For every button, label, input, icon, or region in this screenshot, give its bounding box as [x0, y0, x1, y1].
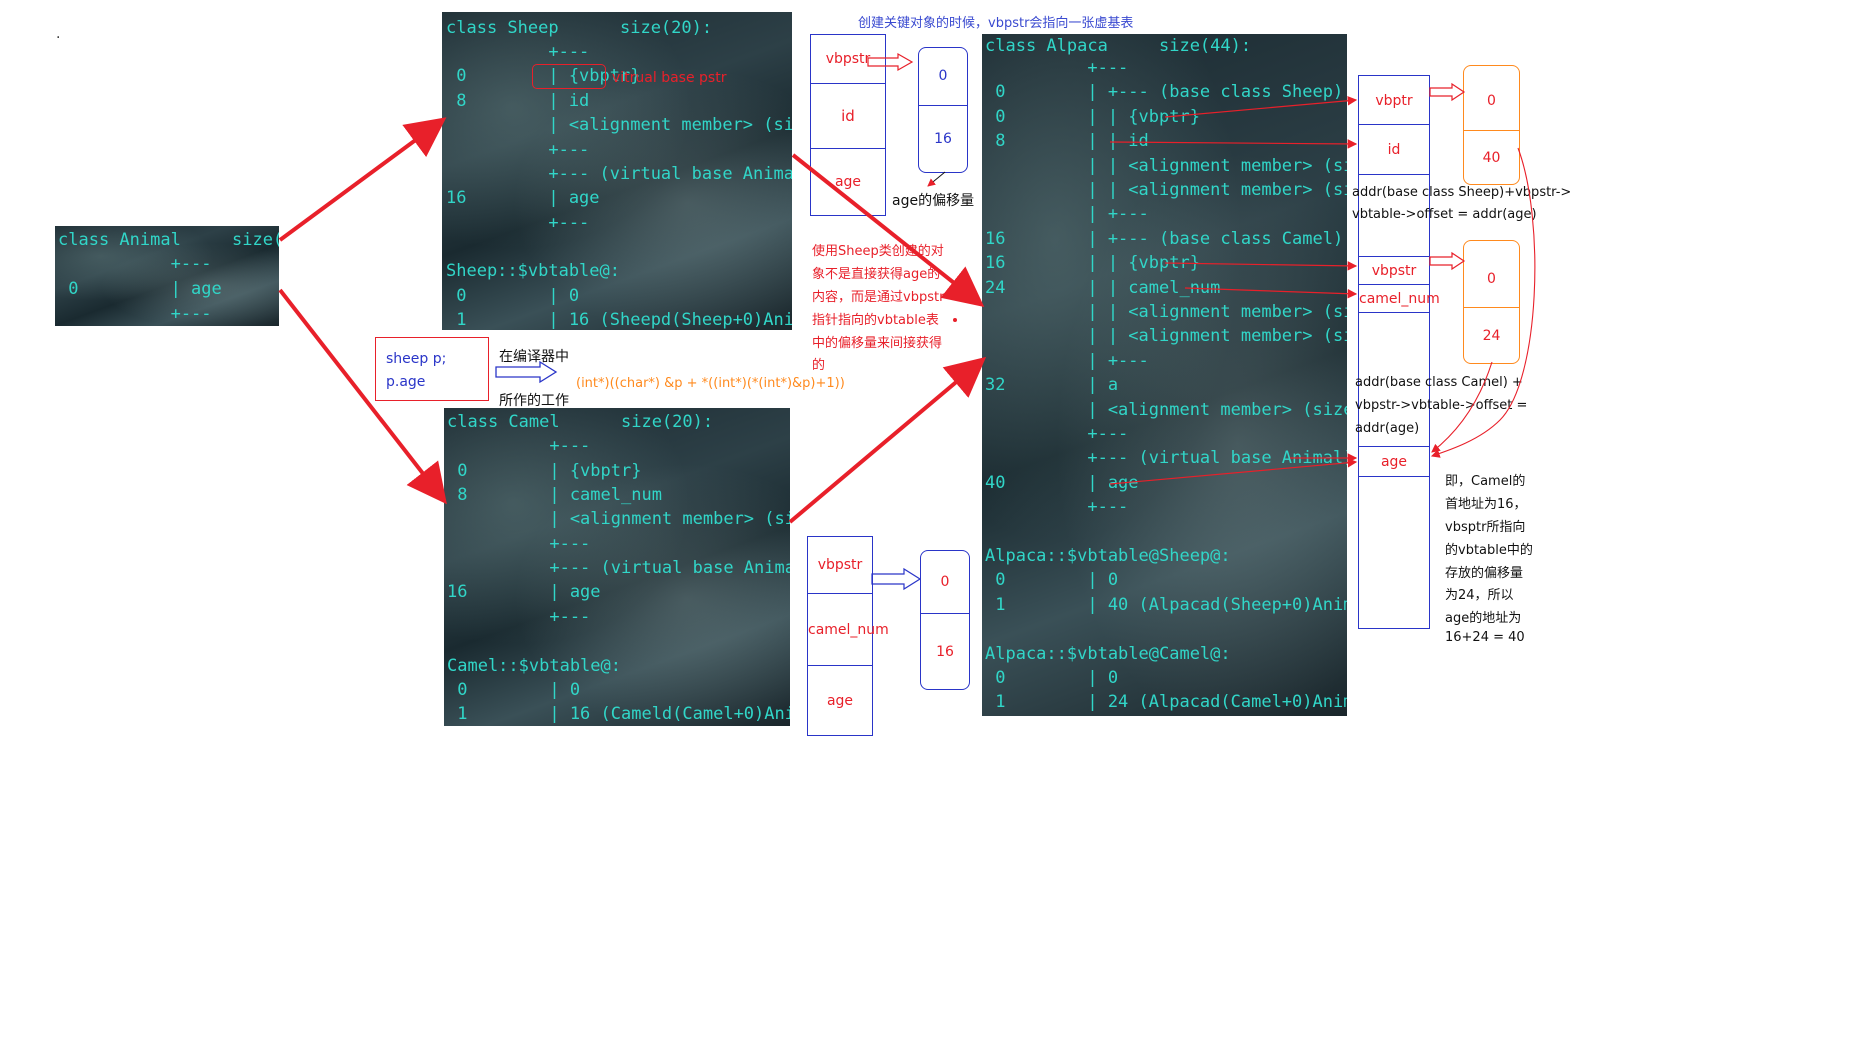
alpaca-vbptr-arrow-2 [1429, 251, 1466, 271]
compiler-arrow [495, 360, 558, 384]
age-offset-pointer [927, 171, 946, 187]
map-age [1109, 457, 1358, 485]
camel-vbpstr-arrow [871, 567, 922, 591]
connectors-layer [278, 52, 1536, 591]
map-id [1109, 139, 1358, 149]
arrow-animal-to-sheep [278, 117, 447, 242]
sheep-vbpstr-arrow [867, 52, 914, 72]
offset-curve-camel [1431, 361, 1493, 453]
map-camel-vbptr [1164, 261, 1358, 271]
red-dot [953, 318, 957, 322]
arrow-sheep-to-alpaca [791, 153, 985, 307]
offset-curve-sheep [1430, 147, 1536, 458]
map-camel-num [1184, 287, 1358, 299]
alpaca-vbptr-arrow-1 [1429, 82, 1466, 102]
map-sheep-base [1164, 95, 1358, 118]
arrow-camel-to-alpaca [788, 356, 987, 524]
arrow-animal-to-camel [278, 288, 447, 505]
